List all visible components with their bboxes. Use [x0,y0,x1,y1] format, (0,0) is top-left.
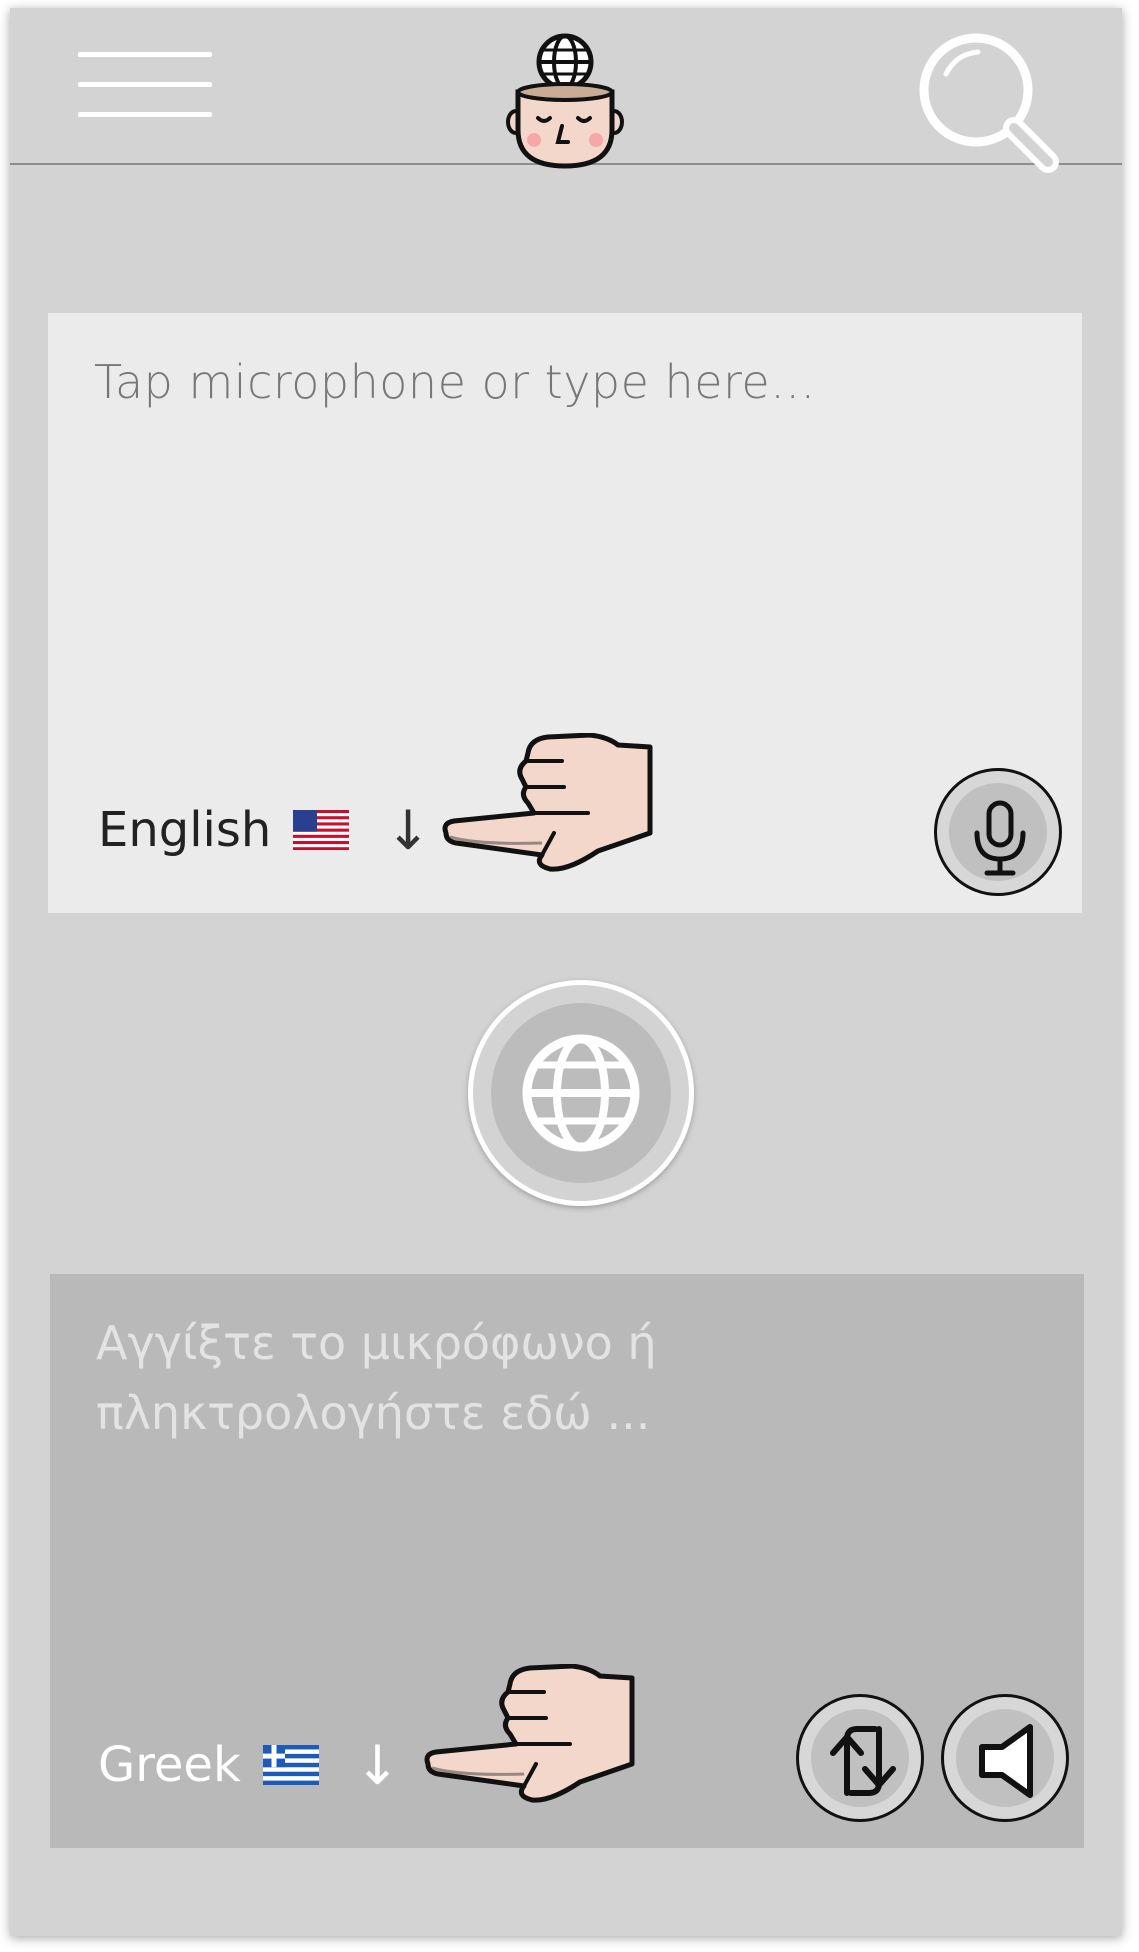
target-language-selector[interactable]: Greek ↓ [98,1730,400,1800]
swap-arrows-icon [830,1726,896,1796]
globe-icon [522,1034,640,1152]
target-text-output[interactable]: Αγγίξτε το μικρόφωνο ή πληκτρολογήστε εδ… [96,1308,796,1448]
search-icon[interactable] [916,30,1066,180]
speaker-button[interactable] [941,1694,1069,1822]
microphone-button[interactable] [934,768,1062,896]
hamburger-menu-icon[interactable] [78,52,212,147]
us-flag-icon [293,810,350,850]
speaker-icon [979,1724,1033,1798]
target-text-card[interactable]: Αγγίξτε το μικρόφωνο ή πληκτρολογήστε εδ… [50,1274,1084,1848]
swap-languages-button[interactable] [796,1694,924,1822]
app-header [10,8,1122,173]
microphone-icon [974,800,1026,876]
target-language-label: Greek [98,1737,241,1793]
pointing-hand-icon [438,732,668,883]
target-dropdown-arrow-icon[interactable]: ↓ [355,1734,400,1797]
pointing-hand-icon [420,1663,650,1814]
source-text-input[interactable]: Tap microphone or type here... [94,355,816,409]
source-text-card[interactable]: Tap microphone or type here... English ↓ [48,313,1082,913]
translate-button[interactable] [468,980,694,1206]
source-dropdown-arrow-icon[interactable]: ↓ [385,799,430,862]
app-screen: Tap microphone or type here... English ↓ [10,8,1122,1936]
head-globe-logo-icon [506,30,624,170]
greek-flag-icon [262,1745,319,1785]
source-language-selector[interactable]: English ↓ [98,795,431,865]
source-language-label: English [98,802,272,858]
